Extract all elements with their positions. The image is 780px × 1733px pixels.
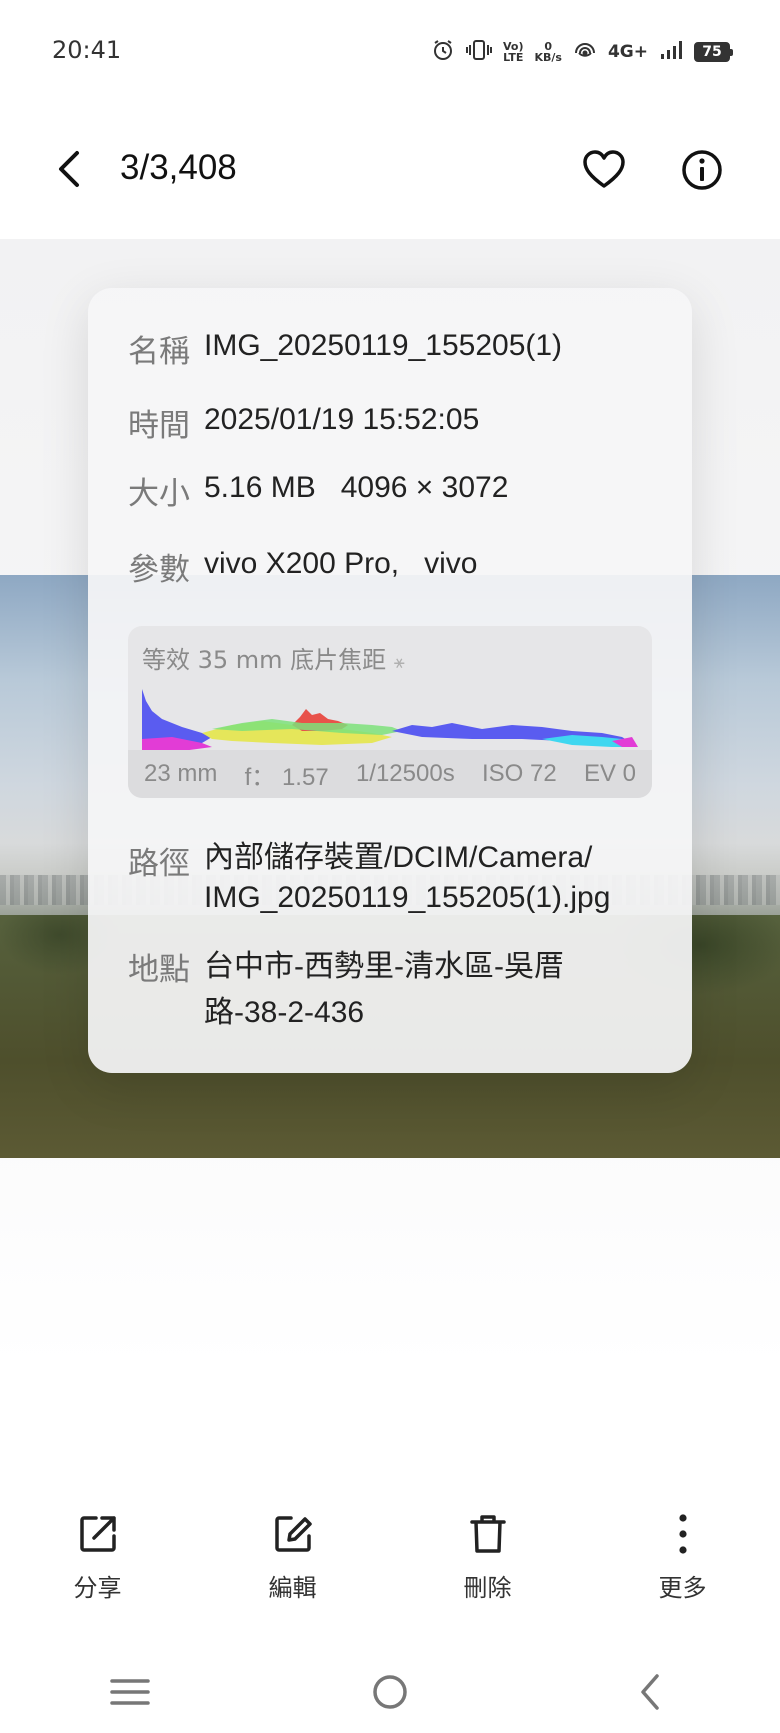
path-label: 路徑 [128,846,190,882]
edit-icon [274,1516,312,1552]
home-button[interactable] [360,1662,420,1722]
heart-icon [583,150,625,188]
time-label: 時間 [128,408,190,444]
photo-info-card: 名稱 IMG_20250119_155205(1) 時間 2025/01/19 … [88,288,692,1073]
share-button[interactable]: 分享 [38,1510,158,1630]
trash-icon [469,1515,506,1553]
more-vertical-icon [678,1514,687,1554]
top-bar: 3/3,408 [0,104,780,239]
path-line-2: IMG_20250119_155205(1).jpg [204,881,611,914]
exif-iso: ISO 72 [481,760,557,787]
chevron-left-icon [59,151,79,187]
location-value[interactable]: 台中市-西勢里-清水區-吳厝 路-38-2-436 [204,944,564,1036]
favorite-button[interactable] [578,144,630,196]
network-speed: 0 KB/s [534,40,562,64]
back-button[interactable] [44,144,94,194]
volte-indicator: Vo) LTE [502,40,524,64]
action-bar: 分享 編輯 刪除 更多 [0,1510,780,1630]
exif-panel: 等效 35 mm 底片焦距 ⚹ 23 mm f： 1.57 1/12500s I… [128,626,652,798]
edit-button[interactable]: 編輯 [233,1510,353,1630]
focal-length-icon: ⚹ [393,652,405,673]
location-line-2: 路-38-2-436 [204,996,365,1029]
info-row-params: 參數 vivo X200 Pro, vivo [128,544,477,589]
more-button[interactable]: 更多 [623,1510,743,1630]
info-row-size: 大小 5.16 MB 4096 × 3072 [128,468,508,513]
back-arrow-icon [641,1673,659,1710]
edit-label: 編輯 [268,1574,317,1602]
photo-counter: 3/3,408 [120,148,237,187]
exif-aperture: f： 1.57 [244,763,329,791]
name-label: 名稱 [128,334,190,370]
signal-icon [659,39,683,65]
exif-params: 23 mm f： 1.57 1/12500s ISO 72 EV 0 [128,750,652,798]
delete-label: 刪除 [463,1574,512,1602]
vibrate-icon [465,39,492,65]
size-value: 5.16 MB 4096 × 3072 [204,471,509,504]
path-value[interactable]: 內部儲存裝置/DCIM/Camera/ IMG_20250119_155205(… [204,838,610,918]
histogram [142,689,638,751]
exif-shutter: 1/12500s [355,760,455,787]
info-row-path: 路徑 內部儲存裝置/DCIM/Camera/ IMG_20250119_1552… [128,838,610,918]
system-back-button[interactable] [620,1662,680,1722]
exif-title: 等效 35 mm 底片焦距 ⚹ [142,646,405,674]
info-row-time: 時間 2025/01/19 15:52:05 [128,400,479,445]
exif-ev: EV 0 [583,760,636,787]
location-line-1: 台中市-西勢里-清水區-吳厝 [204,950,564,983]
network-type: 4G+ [607,42,648,62]
recents-button[interactable] [100,1662,160,1722]
info-button[interactable] [676,144,728,196]
alarm-icon [431,38,455,66]
time-value: 2025/01/19 15:52:05 [204,403,480,436]
exif-focal-length: 23 mm [144,760,218,787]
size-label: 大小 [128,476,190,512]
info-row-location: 地點 台中市-西勢里-清水區-吳厝 路-38-2-436 [128,944,564,1036]
info-icon [682,150,722,190]
params-value: vivo X200 Pro, vivo [204,547,478,580]
params-label: 參數 [128,552,190,588]
name-value: IMG_20250119_155205(1) [204,329,563,362]
share-icon [79,1516,116,1552]
status-icons: Vo) LTE 0 KB/s 4G+ 75 [431,38,733,66]
battery-icon: 75 [694,42,733,62]
hotspot-icon [573,39,597,65]
info-row-name: 名稱 IMG_20250119_155205(1) [128,326,562,371]
path-line-1: 內部儲存裝置/DCIM/Camera/ [204,841,593,874]
status-time: 20:41 [52,36,122,64]
home-circle-icon [373,1674,407,1709]
delete-button[interactable]: 刪除 [428,1510,548,1630]
status-bar: 20:41 Vo) LTE 0 KB/s 4G+ 75 [0,0,780,104]
menu-icon [110,1678,150,1705]
system-nav-bar [0,1650,780,1733]
location-label: 地點 [128,952,190,988]
more-label: 更多 [658,1574,707,1602]
share-label: 分享 [73,1574,122,1602]
